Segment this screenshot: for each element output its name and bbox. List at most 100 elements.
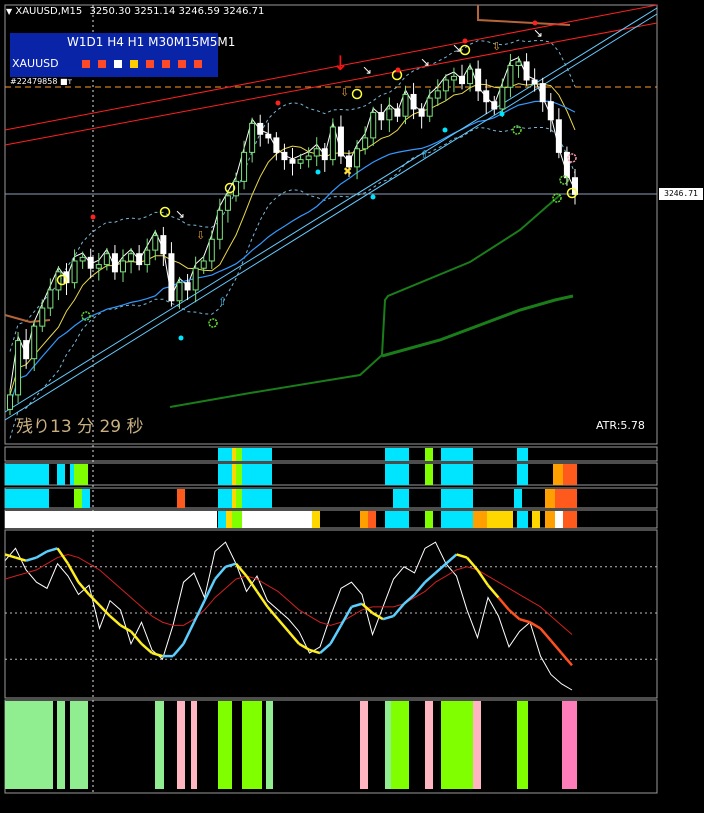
multi-bar bbox=[74, 701, 88, 789]
white-arrow-icon: ↘ bbox=[420, 55, 430, 69]
oscillator-fast-segment bbox=[497, 596, 510, 611]
candle-body bbox=[329, 126, 336, 161]
cyan-dot-marker bbox=[370, 194, 376, 200]
oscillator-fast-segment bbox=[287, 630, 300, 645]
candle-body bbox=[152, 235, 159, 251]
mtf-bar-1 bbox=[232, 464, 236, 485]
mtf-status-square bbox=[194, 60, 202, 68]
mtf-status-square bbox=[114, 60, 122, 68]
mtf-bar-3 bbox=[441, 511, 473, 528]
candle-body bbox=[79, 256, 86, 262]
mtf-bar-3 bbox=[555, 511, 563, 528]
candle-body bbox=[297, 159, 304, 164]
candle-body bbox=[7, 394, 13, 410]
oscillator-fast-segment bbox=[35, 550, 48, 559]
candle-body bbox=[95, 264, 102, 269]
candle-body bbox=[273, 137, 280, 153]
red-down-arrow-icon: ↓ bbox=[332, 51, 349, 75]
yellow-cross-icon: ✖ bbox=[343, 165, 352, 178]
oscillator-fast-segment bbox=[371, 611, 384, 621]
mtf-bar-3 bbox=[532, 511, 540, 528]
mtf-bar-2 bbox=[232, 489, 236, 508]
mtf-bar-2 bbox=[218, 489, 272, 508]
candle-body bbox=[241, 151, 248, 182]
candle-body bbox=[31, 325, 38, 360]
multi-bar bbox=[155, 701, 164, 789]
red-dot-marker bbox=[395, 67, 401, 73]
yellow-ma bbox=[9, 83, 576, 396]
oscillator-fast-segment bbox=[182, 621, 196, 645]
candle-body bbox=[515, 61, 522, 67]
panel-frame-1 bbox=[4, 446, 658, 462]
mtf-timeframes: W1D1 H4 H1 M30M15M5M1 bbox=[67, 35, 236, 49]
multi-bar bbox=[5, 701, 53, 789]
candle-body bbox=[402, 93, 409, 117]
oscillator-fast-segment bbox=[508, 608, 521, 621]
mtf-bar-1 bbox=[57, 464, 65, 485]
mtf-bar-2 bbox=[563, 489, 577, 508]
mtf-bar-0 bbox=[385, 448, 409, 461]
oscillator-fast-segment bbox=[361, 602, 374, 614]
candle-body bbox=[103, 253, 110, 266]
candle-body bbox=[289, 159, 296, 164]
mtf-bar-3 bbox=[312, 511, 320, 528]
oscillator-fast-segment bbox=[172, 642, 185, 657]
oscillator-fast-segment bbox=[476, 569, 490, 586]
multi-bar bbox=[70, 701, 74, 789]
oscillator-fast-segment bbox=[487, 584, 500, 599]
candle-body bbox=[136, 253, 143, 266]
mtf-panel: W1D1 H4 H1 M30M15M5M1 XAUUSD bbox=[10, 33, 235, 77]
symbol-timeframe: XAUUSD,M15 bbox=[15, 6, 83, 17]
white-arrow-icon: ↘ bbox=[452, 41, 462, 55]
mtf-bar-0 bbox=[242, 448, 272, 461]
candle-body bbox=[176, 282, 183, 302]
mtf-bar-1 bbox=[236, 464, 242, 485]
mtf-status-square bbox=[162, 60, 170, 68]
mtf-bar-3 bbox=[487, 511, 513, 528]
candle-body bbox=[168, 253, 175, 302]
brown-line-top bbox=[477, 5, 571, 26]
candle-body bbox=[337, 126, 344, 157]
ohlc-values: 3250.30 3251.14 3246.59 3246.71 bbox=[89, 6, 265, 17]
candle-body bbox=[313, 148, 320, 157]
candle-body bbox=[394, 108, 401, 117]
candle-body bbox=[111, 253, 118, 273]
oscillator-fast-segment bbox=[56, 547, 70, 565]
oscillator-fast-segment bbox=[456, 553, 468, 559]
mtf-bar-2 bbox=[236, 489, 242, 508]
candle-body bbox=[370, 112, 377, 139]
candle-body bbox=[442, 79, 449, 92]
candle-body bbox=[47, 289, 54, 309]
candle-body bbox=[160, 235, 167, 255]
mtf-bar-3 bbox=[360, 511, 368, 528]
red-dot-marker bbox=[462, 38, 468, 44]
candle-body bbox=[418, 108, 425, 117]
mtf-bar-1 bbox=[218, 464, 272, 485]
oscillator-fast-segment bbox=[445, 553, 458, 565]
mtf-bar-1 bbox=[553, 464, 563, 485]
oscillator-fast-segment bbox=[329, 624, 343, 645]
mtf-bar-0 bbox=[441, 448, 473, 461]
candle-body bbox=[507, 65, 514, 88]
mtf-bar-3 bbox=[517, 511, 528, 528]
candle-body bbox=[71, 260, 78, 284]
candle-body bbox=[555, 119, 562, 153]
candle-body bbox=[362, 137, 369, 150]
candle-body bbox=[467, 68, 474, 85]
oscillator-fast-segment bbox=[539, 627, 552, 642]
oscillator-fast-segment bbox=[277, 618, 290, 633]
candle-body bbox=[55, 271, 62, 291]
mtf-bar-3 bbox=[473, 511, 487, 528]
cyan-dot-marker bbox=[178, 335, 184, 341]
oscillator-fast-segment bbox=[225, 562, 237, 568]
mtf-bar-3 bbox=[242, 511, 312, 528]
chart-stage[interactable]: ↓ ↘ ↘ ↘ ↘ ↘ ⇩ ⇩ ⇩ ⇧ ⇧ ✖ bbox=[0, 0, 704, 813]
multi-bar bbox=[242, 701, 262, 789]
atr-readout: ATR:5.78 bbox=[596, 419, 645, 432]
oscillator-fast-segment bbox=[4, 553, 16, 559]
mtf-status-square bbox=[98, 60, 106, 68]
symbol-header: ▼ XAUUSD,M15 3250.30 3251.14 3246.59 324… bbox=[6, 6, 264, 17]
oscillator-fast-segment bbox=[434, 562, 447, 574]
oscillator-fast-segment bbox=[403, 593, 416, 605]
oscillator-fast-segment bbox=[319, 642, 332, 654]
